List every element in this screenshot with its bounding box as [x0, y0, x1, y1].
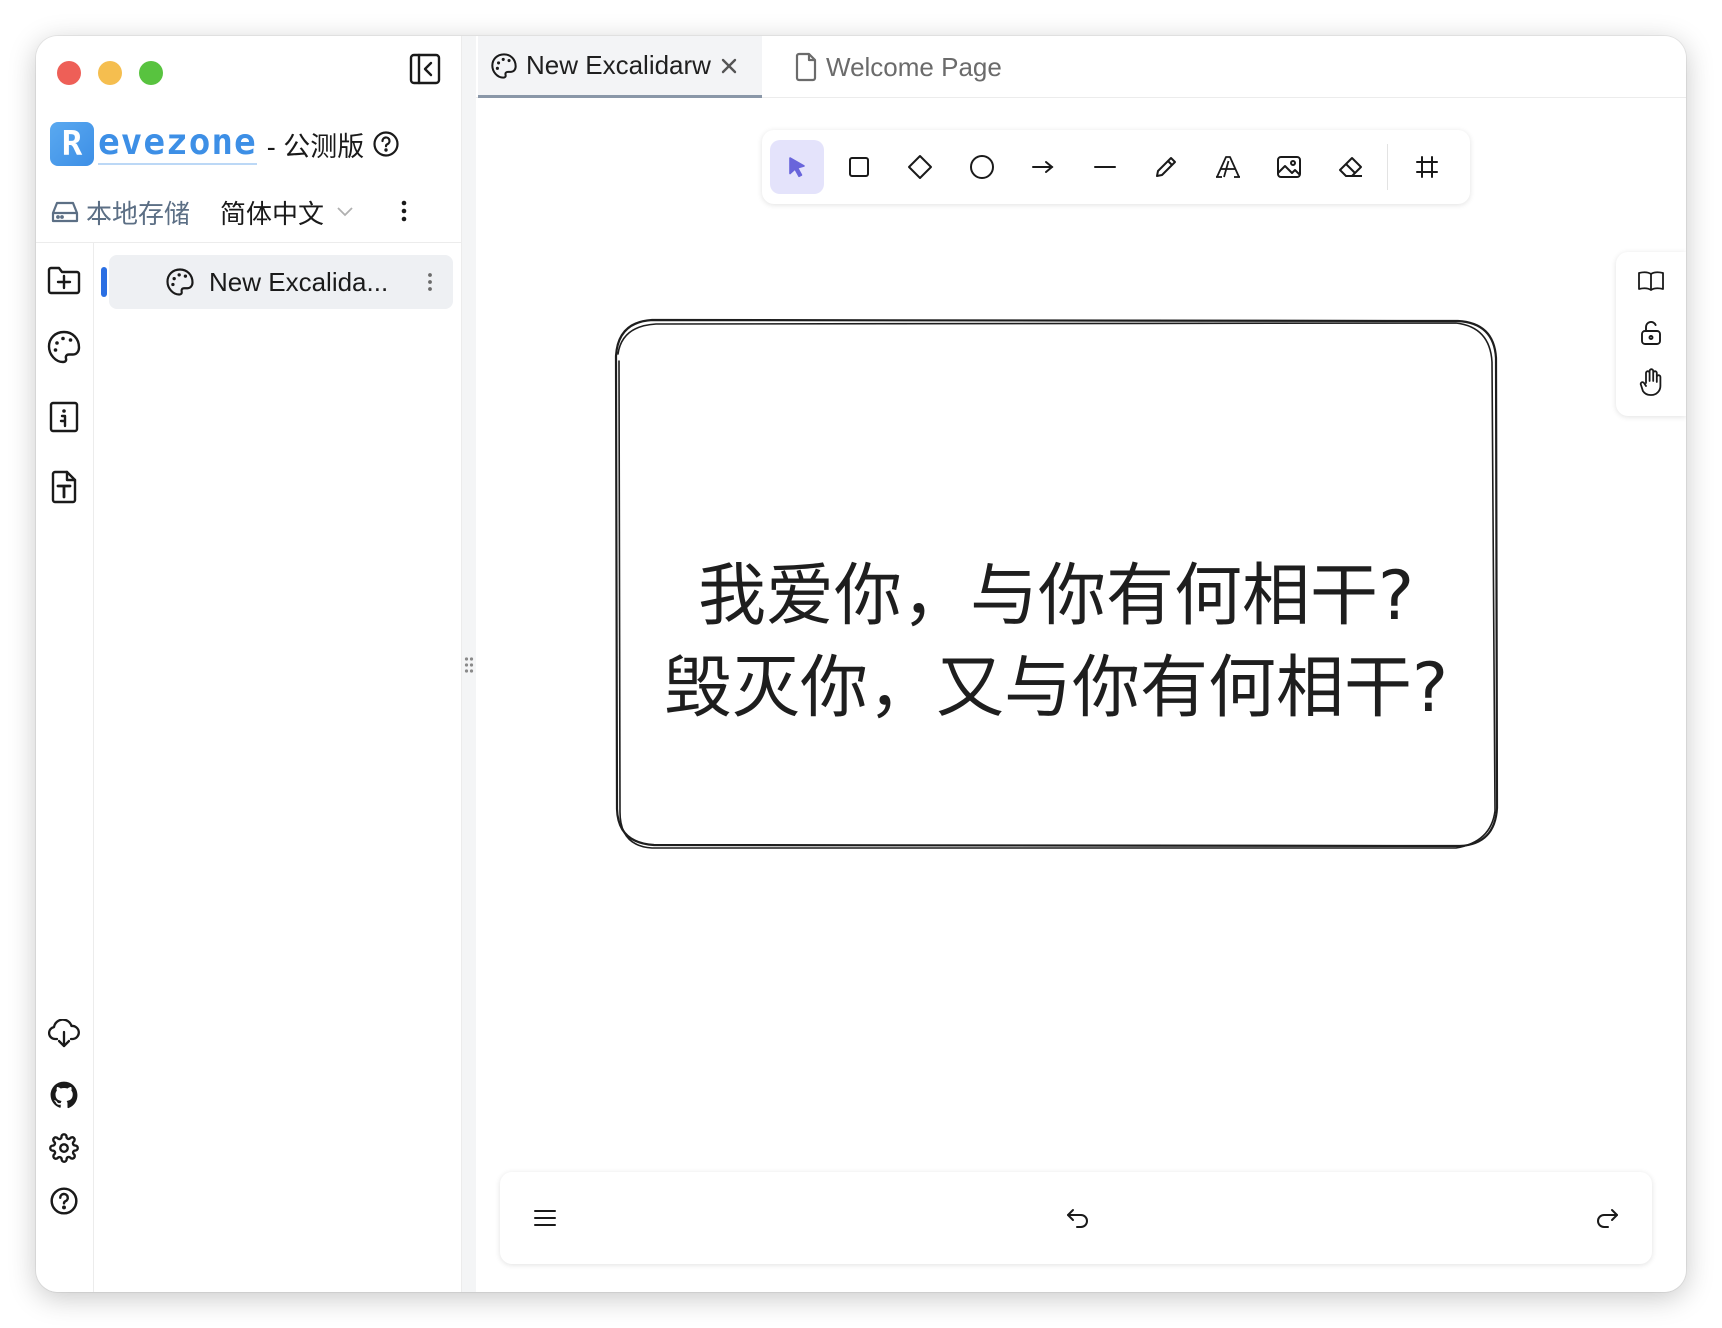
tool-frame[interactable] — [1400, 140, 1454, 194]
canvas-text-line: 我爱你，与你有何相干? — [697, 557, 1415, 636]
app-window: R evezone - 公测版 本地存储 简体中文 New Excalida..… — [36, 36, 1686, 1292]
minimize-window-button[interactable] — [98, 61, 122, 85]
arrow-icon — [1032, 161, 1054, 173]
window-controls — [57, 61, 163, 85]
pencil-icon — [1156, 157, 1176, 177]
help-button[interactable] — [45, 1182, 83, 1220]
more-options-icon[interactable] — [400, 198, 408, 224]
brand-name: evezone — [98, 122, 257, 165]
storage-selector[interactable]: 本地存储 — [50, 194, 190, 231]
tool-line[interactable] — [1078, 140, 1132, 194]
palette-icon — [47, 330, 81, 364]
storage-label: 本地存储 — [86, 198, 191, 229]
drawing-toolbar — [762, 130, 1470, 204]
close-window-button[interactable] — [57, 61, 81, 85]
drag-handle-icon — [464, 657, 474, 673]
tool-image[interactable] — [1262, 140, 1316, 194]
canvas-text-element[interactable]: 我爱你，与你有何相干? 毁灭你，又与你有何相干? — [556, 551, 1556, 735]
tool-ellipse[interactable] — [955, 140, 1009, 194]
language-select[interactable]: 简体中文 — [220, 194, 354, 231]
download-button[interactable] — [45, 1015, 83, 1053]
new-text-file-button[interactable] — [45, 468, 83, 506]
settings-button[interactable] — [45, 1129, 83, 1167]
text-icon — [1215, 156, 1240, 178]
image-icon — [1277, 156, 1301, 178]
ellipse-icon — [969, 155, 994, 179]
undo-icon — [1067, 1209, 1088, 1228]
toolbar-separator — [1387, 144, 1388, 190]
tool-rectangle[interactable] — [832, 140, 886, 194]
hand-tool-button[interactable] — [1634, 366, 1668, 400]
tree-item-label: New Excalida... — [209, 266, 389, 297]
tool-eraser[interactable] — [1324, 140, 1378, 194]
sidebar: R evezone - 公测版 本地存储 简体中文 New Excalida..… — [36, 36, 462, 1292]
note-board-icon — [49, 401, 79, 433]
frame-icon — [1416, 156, 1438, 178]
new-excalidraw-button[interactable] — [45, 328, 83, 366]
tool-diamond[interactable] — [893, 140, 947, 194]
bottom-bar — [500, 1172, 1652, 1264]
github-link[interactable] — [45, 1076, 83, 1114]
active-item-marker — [101, 267, 107, 297]
menu-icon — [534, 1210, 556, 1226]
palette-icon — [166, 268, 194, 296]
canvas-text-line: 毁灭你，又与你有何相干? — [663, 649, 1449, 728]
maximize-window-button[interactable] — [139, 61, 163, 85]
diamond-icon — [908, 155, 932, 179]
main-menu-button[interactable] — [528, 1201, 562, 1235]
main-area: New Excalidarw Welcome Page 我爱你，与你有何相干? … — [476, 36, 1686, 1292]
hand-icon — [1639, 368, 1662, 396]
sidebar-collapse-icon — [409, 53, 441, 85]
cloud-download-icon — [48, 1019, 80, 1048]
tool-pencil[interactable] — [1139, 140, 1193, 194]
library-button[interactable] — [1634, 264, 1668, 298]
eraser-icon — [1338, 157, 1362, 177]
tool-text[interactable] — [1201, 140, 1255, 194]
redo-icon — [1597, 1209, 1618, 1228]
brand-logo: R evezone - 公测版 — [50, 120, 400, 168]
icon-rail — [36, 243, 94, 1292]
chevron-down-icon — [337, 207, 353, 217]
file-tree: New Excalida... — [95, 243, 461, 1292]
line-icon — [1093, 166, 1116, 168]
view-controls-panel — [1616, 252, 1686, 416]
book-icon — [1638, 271, 1664, 291]
tree-item-excalidraw[interactable]: New Excalida... — [101, 255, 453, 309]
storage-row: 本地存储 简体中文 — [50, 192, 354, 232]
add-folder-button[interactable] — [45, 261, 83, 299]
brand-edition: - 公测版 — [266, 131, 365, 162]
brand-letter: R — [50, 122, 94, 166]
redo-button[interactable] — [1590, 1201, 1624, 1235]
item-more-icon[interactable] — [427, 271, 433, 293]
rectangle-icon — [848, 157, 869, 177]
language-label: 简体中文 — [220, 198, 325, 229]
help-icon — [50, 1187, 78, 1215]
panel-resizer[interactable] — [462, 36, 476, 1292]
text-file-icon — [51, 470, 77, 504]
collapse-sidebar-button[interactable] — [408, 52, 442, 86]
github-icon — [50, 1081, 78, 1109]
add-folder-icon — [47, 266, 81, 295]
unlock-icon — [1641, 321, 1661, 345]
help-icon[interactable] — [372, 130, 400, 158]
undo-button[interactable] — [1061, 1201, 1095, 1235]
gear-icon — [49, 1133, 79, 1163]
new-board-button[interactable] — [45, 398, 83, 436]
tool-arrow[interactable] — [1016, 140, 1070, 194]
lock-button[interactable] — [1634, 316, 1668, 350]
hard-drive-icon — [51, 201, 79, 223]
pointer-icon — [789, 157, 805, 178]
tool-selection[interactable] — [770, 140, 824, 194]
